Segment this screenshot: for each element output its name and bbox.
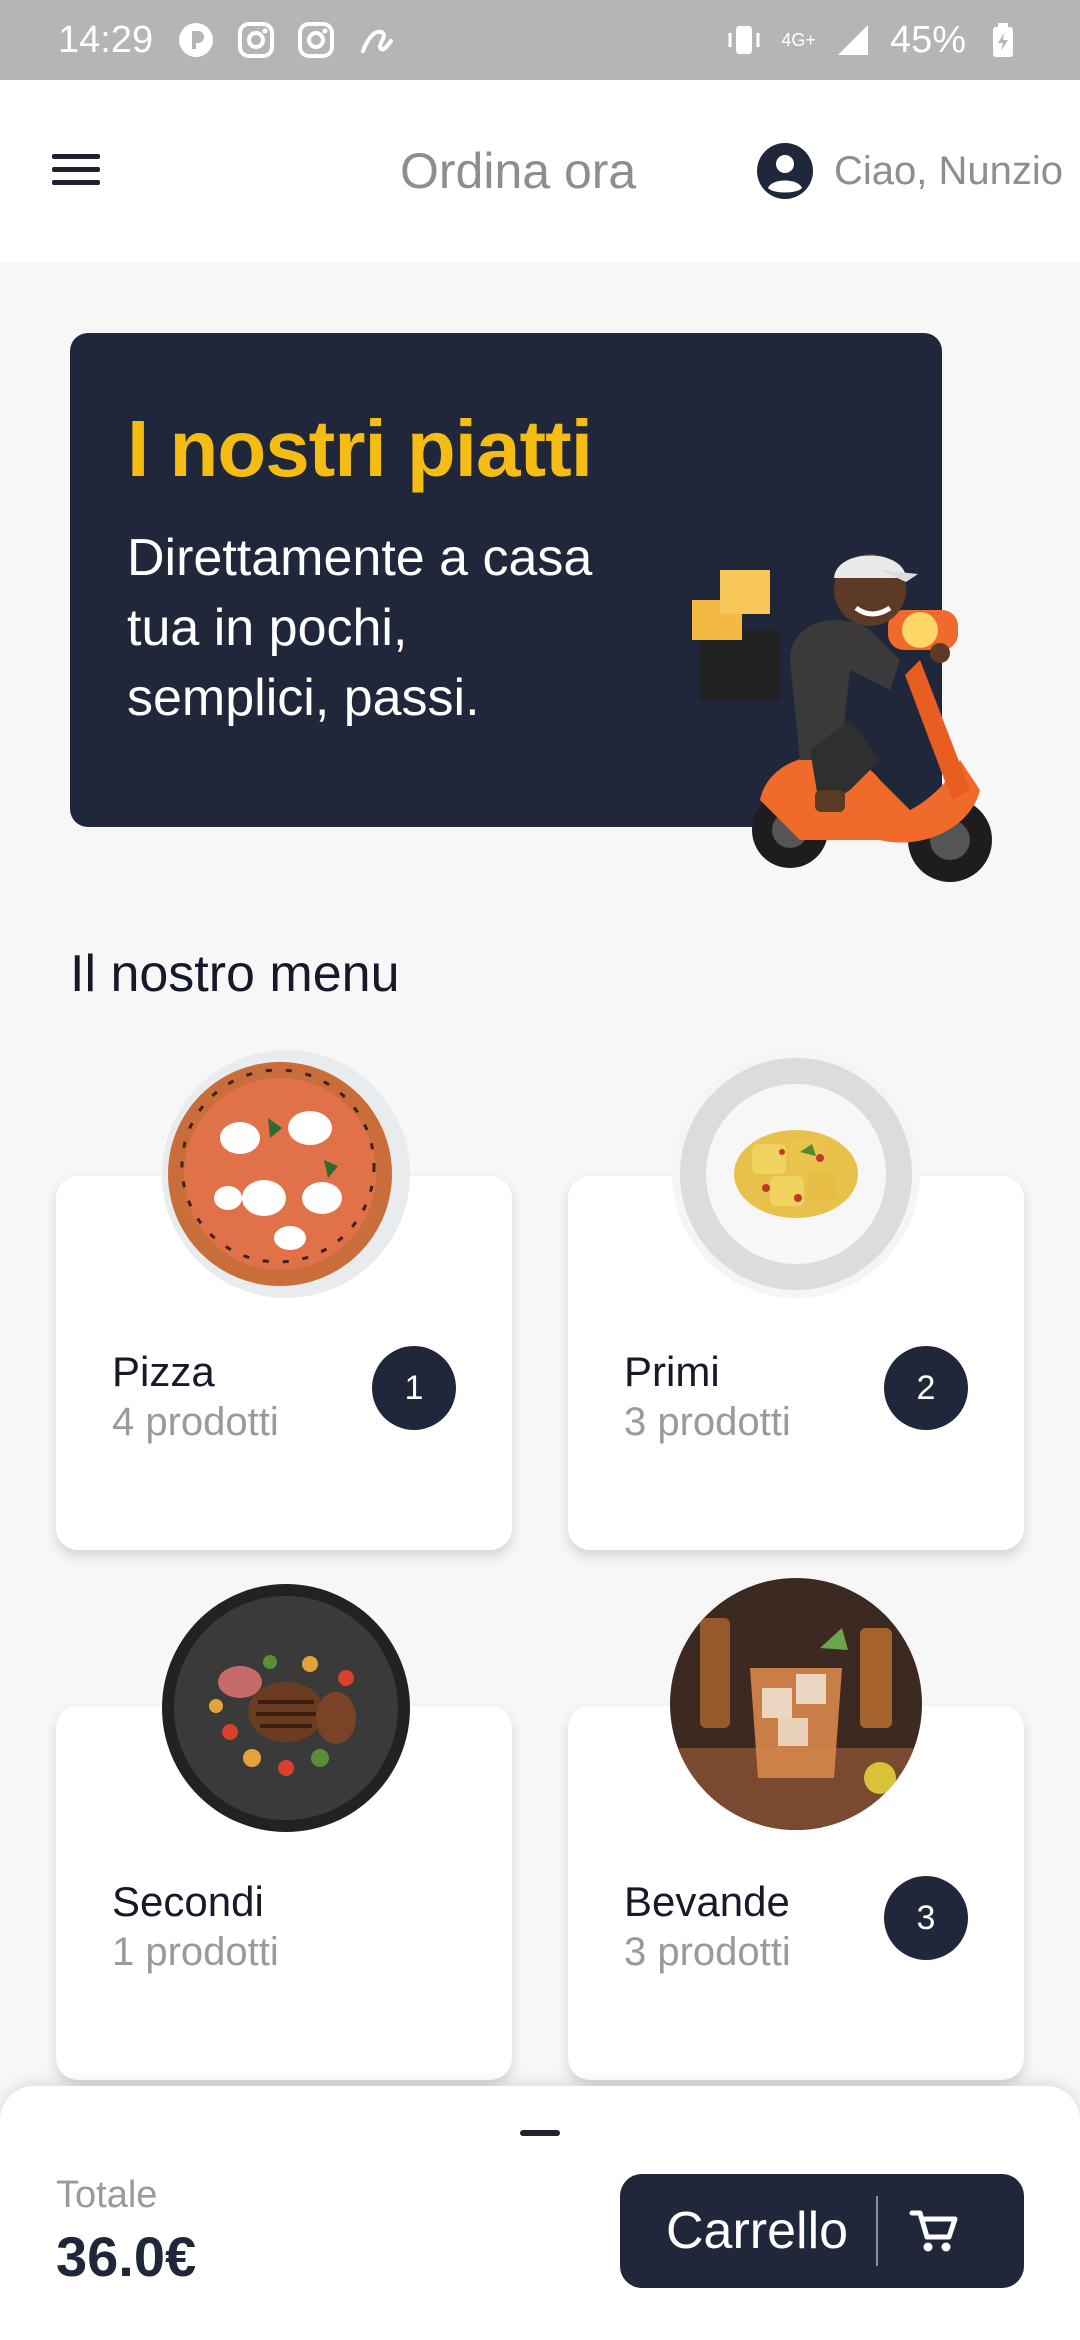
status-time: 14:29	[58, 18, 154, 61]
user-greeting: Ciao, Nunzio	[834, 148, 1064, 193]
user-profile[interactable]: Ciao, Nunzio	[756, 142, 1063, 200]
category-count: 3 prodotti	[624, 1400, 791, 1444]
category-name: Secondi	[112, 1878, 264, 1925]
category-name: Pizza	[112, 1348, 215, 1395]
drinks-image	[670, 1578, 922, 1830]
app-bar: Ordina ora Ciao, Nunzio	[0, 80, 1080, 262]
shopping-cart-icon	[909, 2210, 958, 2252]
category-count: 4 prodotti	[112, 1400, 279, 1444]
pizza-image	[162, 1050, 410, 1298]
battery-percent: 45%	[889, 18, 966, 61]
app-notification-icon	[361, 29, 394, 53]
battery-charging-icon	[993, 23, 1013, 57]
status-bar: 14:29 4G+ 45%	[0, 0, 1080, 80]
total-value: 36.0€	[56, 2225, 197, 2288]
network-type: 4G+	[781, 29, 816, 50]
category-count: 1 prodotti	[112, 1930, 279, 1974]
button-divider	[876, 2196, 879, 2266]
cart-quantity-badge: 1	[372, 1346, 456, 1430]
banner-subtitle: Direttamente a casa tua in pochi, sempli…	[127, 529, 593, 727]
cart-quantity-badge: 2	[884, 1346, 968, 1430]
notification-icons	[177, 21, 395, 59]
delivery-rider-illustration	[692, 554, 992, 882]
pasta-image	[672, 1050, 920, 1298]
category-count: 3 prodotti	[624, 1930, 791, 1974]
cart-summary-sheet: Totale 36.0€ Carrello	[0, 2086, 1080, 2340]
meat-dish-image	[162, 1584, 410, 1832]
vibrate-icon	[728, 26, 760, 54]
total-label: Totale	[56, 2174, 158, 2216]
category-name: Primi	[624, 1348, 720, 1395]
cart-quantity-badge: 3	[884, 1876, 968, 1960]
system-icons: 4G+ 45%	[725, 19, 1022, 62]
menu-section-title: Il nostro menu	[70, 945, 400, 1003]
cart-button[interactable]: Carrello	[620, 2174, 1024, 2288]
instagram-icon	[238, 22, 275, 58]
signal-icon	[837, 25, 868, 55]
category-name: Bevande	[624, 1878, 790, 1925]
hamburger-menu-icon[interactable]	[48, 148, 104, 192]
instagram-icon	[298, 22, 335, 58]
page-title: Ordina ora	[400, 143, 637, 199]
sheet-drag-handle[interactable]	[520, 2130, 560, 2136]
app-notification-icon	[179, 23, 214, 57]
banner-title: I nostri piatti	[127, 404, 593, 493]
account-circle-icon	[757, 143, 813, 199]
cart-button-label: Carrello	[666, 2202, 849, 2260]
